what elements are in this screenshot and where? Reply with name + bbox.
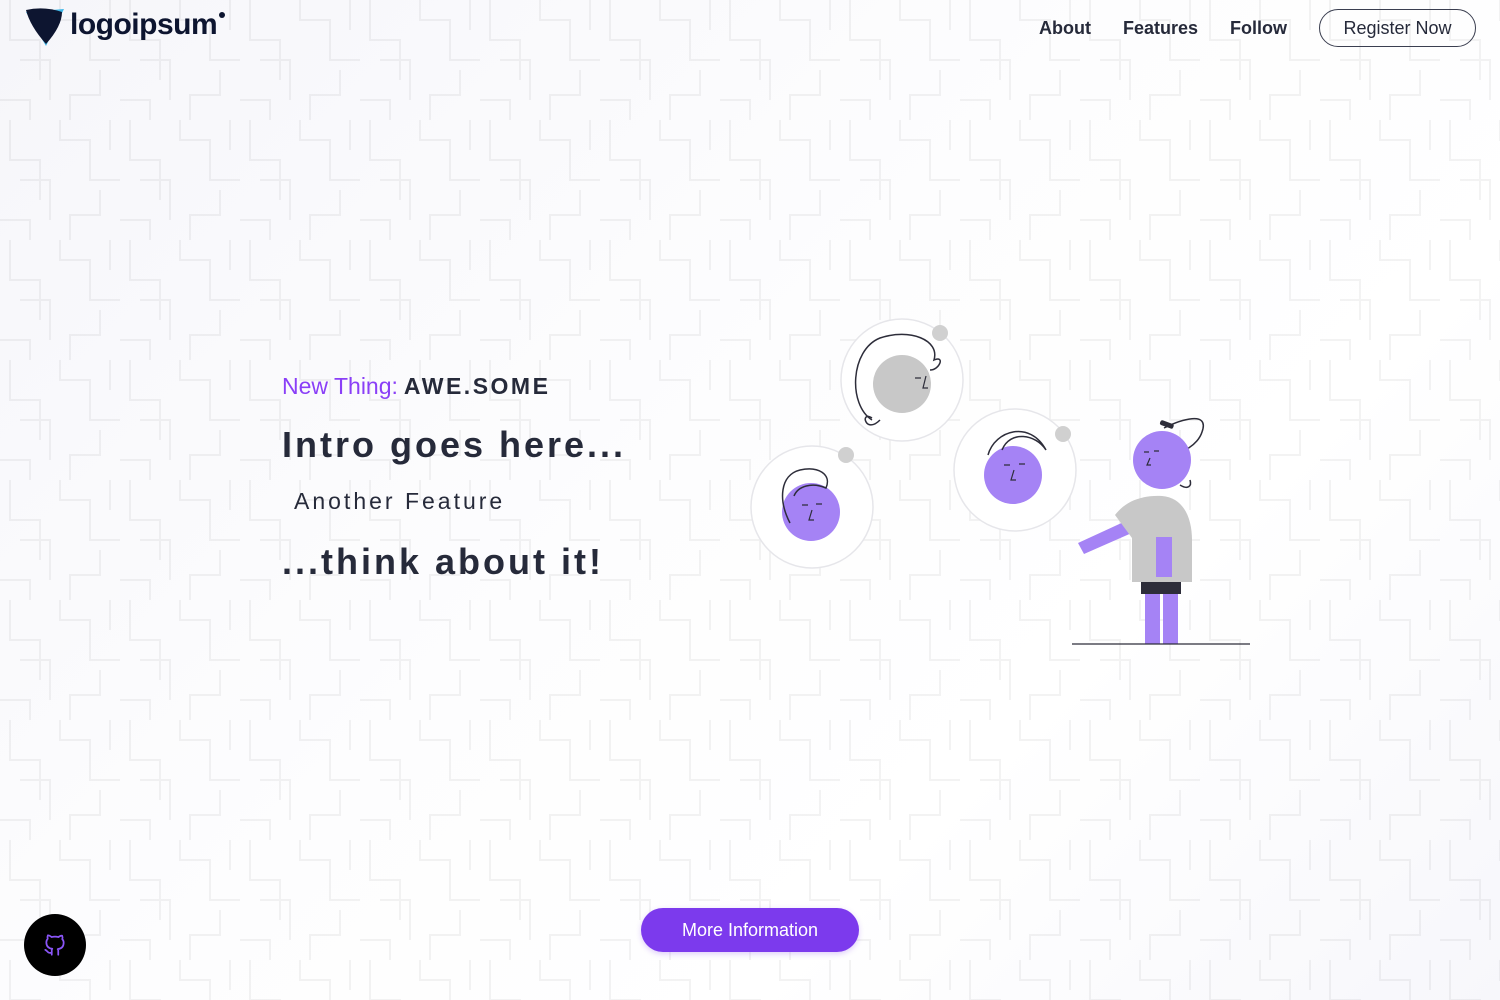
hero-intro: Intro goes here... — [282, 424, 627, 465]
kicker-label: New Thing: — [282, 373, 398, 399]
hero-text: New Thing: AWE.SOME Intro goes here... An… — [282, 368, 626, 583]
person-figure — [1078, 417, 1205, 644]
github-button[interactable] — [24, 914, 86, 976]
thought-bubble-left — [750, 445, 874, 569]
hero-feature: Another Feature — [294, 488, 506, 514]
nav-link-about[interactable]: About — [1039, 18, 1091, 39]
logo-dot — [219, 12, 226, 18]
thought-bubble-grey — [840, 318, 964, 442]
github-icon — [44, 934, 65, 956]
logo-text: logoipsum — [70, 8, 218, 41]
logo-link[interactable]: logoipsum — [24, 8, 226, 48]
more-information-button[interactable]: More Information — [641, 908, 859, 952]
kicker-value: AWE.SOME — [403, 373, 551, 399]
register-now-button[interactable]: Register Now — [1319, 9, 1476, 47]
page: logoipsum About Features Follow Register… — [0, 0, 1500, 1000]
hero-closing: ...think about it! — [282, 541, 604, 582]
thought-bubble-right — [953, 408, 1077, 532]
hero-illustration — [750, 318, 1250, 645]
nav-link-features[interactable]: Features — [1123, 18, 1198, 39]
main-nav: About Features Follow Register Now — [1039, 9, 1476, 47]
site-header: logoipsum About Features Follow Register… — [0, 0, 1500, 56]
hero-kicker: New Thing: AWE.SOME — [282, 368, 626, 404]
logo-mark-icon — [26, 8, 64, 46]
nav-link-follow[interactable]: Follow — [1230, 18, 1287, 39]
